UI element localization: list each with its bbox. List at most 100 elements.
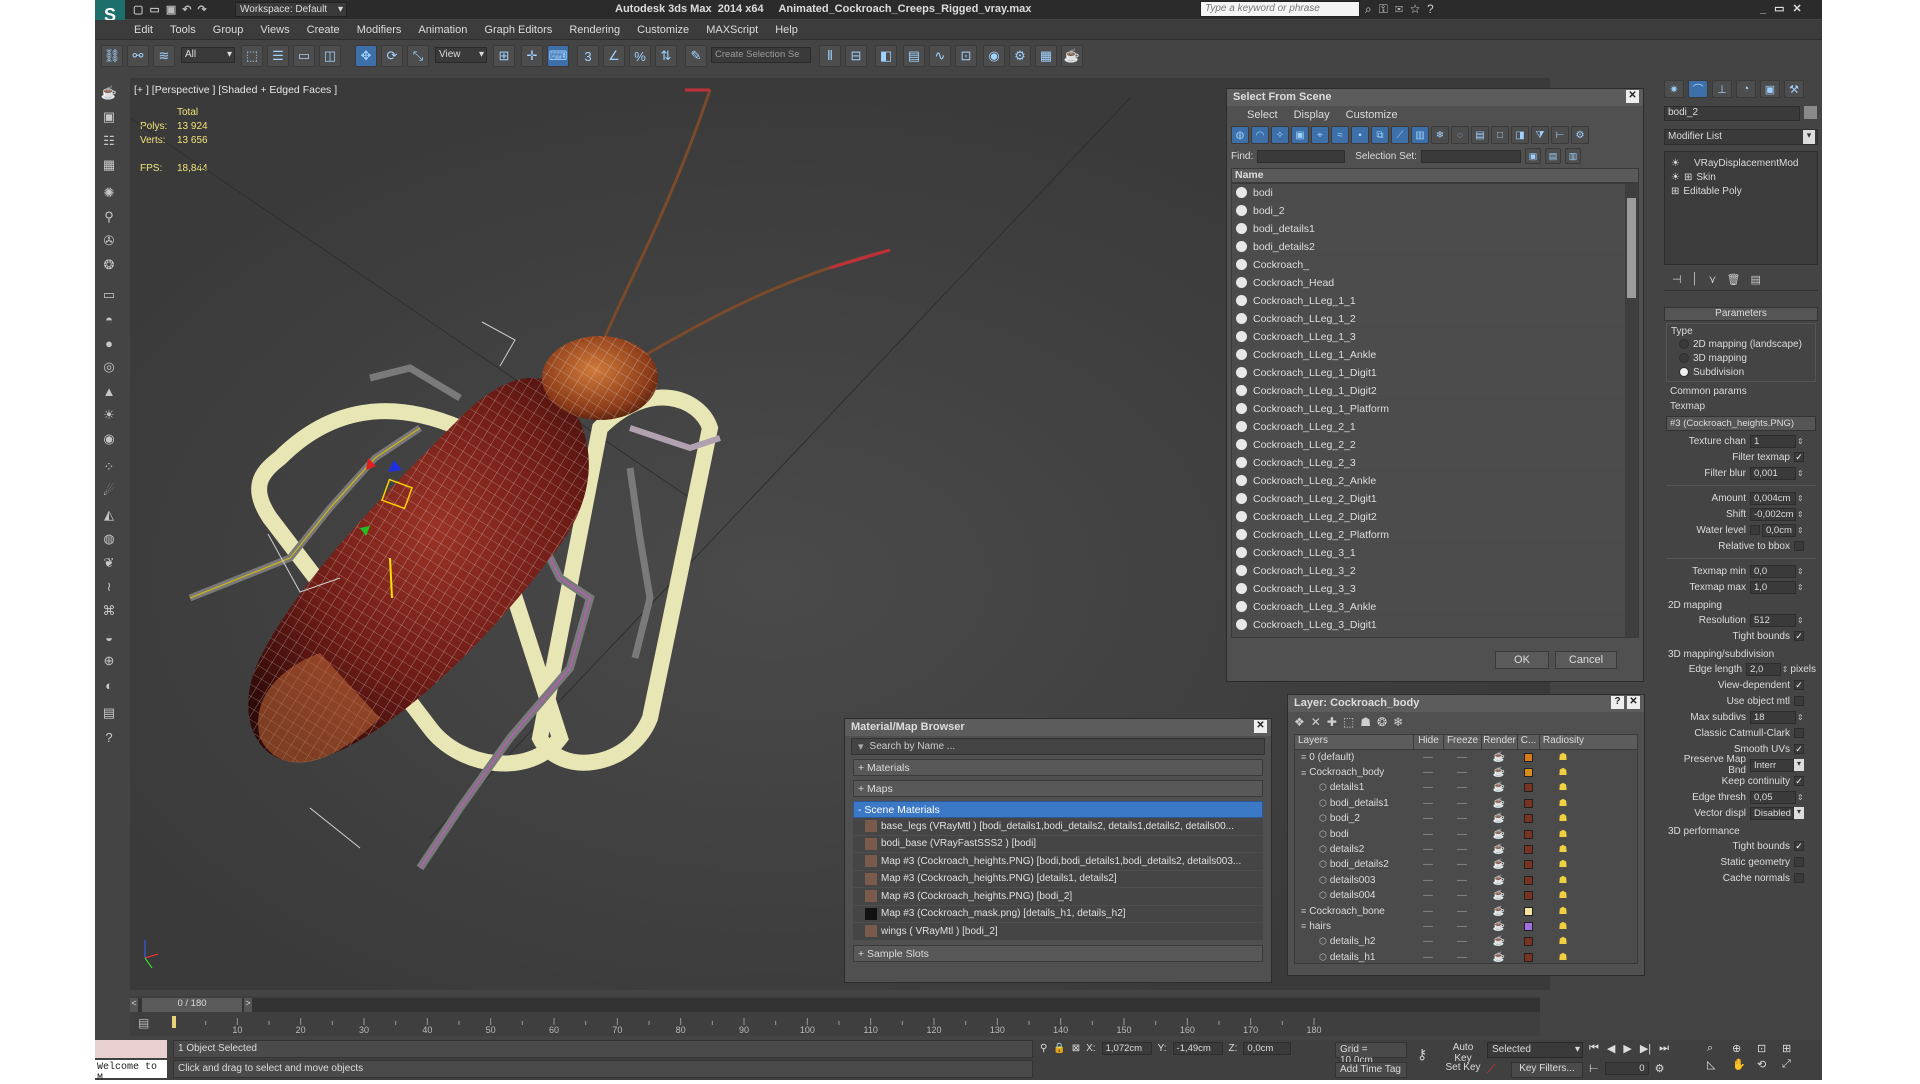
go-to-end-icon[interactable]: ⏭	[1659, 1042, 1669, 1055]
snaps-toggle-icon[interactable]: 3	[577, 45, 599, 67]
spinner-arrows-icon[interactable]: ⇕	[1796, 616, 1804, 625]
unlink-icon[interactable]: ⚯	[127, 45, 149, 67]
checkbox[interactable]: ✓	[1794, 452, 1804, 462]
scene-list-item[interactable]: Cockroach_LLeg_2_1	[1232, 418, 1624, 436]
set-key-button[interactable]: Set Key	[1443, 1062, 1483, 1078]
render-setup-icon[interactable]: ⚙	[1009, 45, 1031, 67]
radio-icon[interactable]	[1679, 339, 1689, 349]
render-toggle-icon[interactable]: ☕	[1481, 829, 1517, 840]
percent-snap-icon[interactable]: %	[629, 45, 651, 67]
render-toggle-icon[interactable]: ☕	[1481, 906, 1517, 917]
scene-list-item[interactable]: Cockroach_LLeg_1_1	[1232, 292, 1624, 310]
radiosity-toggle-icon[interactable]: ☗	[1539, 936, 1587, 947]
radiosity-toggle-icon[interactable]: ☗	[1539, 890, 1587, 901]
parameter-field[interactable]: 0,0	[1750, 564, 1796, 578]
display-shapes-icon[interactable]: ◠	[1251, 126, 1269, 144]
hierarchy-icon[interactable]: ⊢	[1551, 126, 1569, 144]
favorites-icon[interactable]: ☆	[1410, 2, 1427, 16]
radiosity-toggle-icon[interactable]: ☗	[1539, 952, 1587, 963]
scene-list-item[interactable]: Cockroach_LLeg_3_1	[1232, 544, 1624, 562]
modify-tab-icon[interactable]: ⌒	[1688, 80, 1708, 98]
antenna-right[interactable]	[639, 248, 891, 360]
display-groups-icon[interactable]: ▪	[1351, 126, 1369, 144]
communication-icon[interactable]: ✉	[1395, 2, 1410, 16]
render-toggle-icon[interactable]: ☕	[1481, 798, 1517, 809]
go-to-start-icon[interactable]: ⏮	[1589, 1042, 1599, 1055]
configure-sets-icon[interactable]: ▤	[1751, 273, 1761, 288]
hemisphere-icon[interactable]: ◓	[98, 308, 120, 330]
selection-set-icon[interactable]: ▣	[1524, 148, 1541, 164]
create-set-icon[interactable]: ▤	[1544, 148, 1561, 164]
binoculars-icon[interactable]: ⌕	[1365, 2, 1379, 16]
layer-row[interactable]: ⬡ bodi_details2— — ☕ ☗	[1295, 858, 1637, 874]
scene-material-item[interactable]: wings ( VRayMtl ) [bodi_2]	[853, 923, 1263, 941]
undo-icon[interactable]: ↶	[182, 4, 197, 16]
radiosity-toggle-icon[interactable]: ☗	[1539, 875, 1587, 886]
selection-filter-dropdown[interactable]: All ▾	[181, 47, 235, 63]
menu-group[interactable]: Group	[206, 20, 251, 36]
col-color[interactable]: C...	[1517, 735, 1539, 749]
radiosity-toggle-icon[interactable]: ☗	[1539, 752, 1587, 763]
layer-row[interactable]: ⬡ details1— — ☕ ☗	[1295, 781, 1637, 797]
freeze-toggle-icon[interactable]: —	[1443, 752, 1481, 763]
light-icon[interactable]: ✺	[98, 182, 120, 204]
layer-row[interactable]: ⬡ details_h1— — ☕ ☗	[1295, 950, 1637, 963]
scrollbar-thumb[interactable]	[1627, 198, 1636, 298]
layer-color-swatch[interactable]	[1523, 798, 1533, 808]
render-toggle-icon[interactable]: ☕	[1481, 813, 1517, 824]
display-helpers-icon[interactable]: ⌖	[1311, 126, 1329, 144]
workspace-dropdown[interactable]: Workspace: Default ▾	[235, 2, 347, 17]
freeze-toggle-icon[interactable]: —	[1443, 844, 1481, 855]
hide-toggle-icon[interactable]: —	[1413, 921, 1443, 932]
scene-material-item[interactable]: Map #3 (Cockroach_mask.png) [details_h1,…	[853, 906, 1263, 923]
open-icon[interactable]: ▭	[149, 4, 165, 16]
antenna-left[interactable]	[598, 89, 712, 349]
modifier-stack-item[interactable]: ☀ VRayDisplacementMod	[1671, 156, 1811, 170]
scene-list-item[interactable]: Cockroach_Head	[1232, 274, 1624, 292]
display-hidden-icon[interactable]: ◌	[1451, 126, 1469, 144]
layer-row[interactable]: ≡ Cockroach_bone — — ☕ ☗	[1295, 904, 1637, 920]
layer-color-swatch[interactable]	[1523, 783, 1533, 793]
parameter-field[interactable]: 0,004cm	[1750, 491, 1796, 505]
texmap-button[interactable]: #3 (Cockroach_heights.PNG)	[1666, 416, 1816, 431]
freeze-toggle-icon[interactable]: —	[1443, 767, 1481, 778]
menu-views[interactable]: Views	[253, 20, 296, 36]
angle-snap-icon[interactable]: ∠	[603, 45, 625, 67]
time-slider-track[interactable]: < 0 / 180 >	[130, 998, 1540, 1012]
spray-icon[interactable]: ☄	[98, 480, 120, 502]
link-icon[interactable]: ⛓	[101, 45, 123, 67]
col-freeze[interactable]: Freeze	[1443, 735, 1481, 749]
type-option[interactable]: 3D mapping	[1671, 351, 1811, 365]
menu-help[interactable]: Help	[768, 20, 805, 36]
sphere-gold-icon[interactable]: ◉	[98, 428, 120, 450]
maxscript-listener[interactable]: Welcome to M	[95, 1060, 167, 1084]
display-spacewarps-icon[interactable]: ≈	[1331, 126, 1349, 144]
modifier-stack-item[interactable]: ⊞ Editable Poly	[1671, 184, 1811, 198]
play-icon[interactable]: ▶	[1623, 1042, 1631, 1055]
selection-lock-icon[interactable]: ⚲	[1040, 1043, 1047, 1054]
cloth-icon[interactable]: ⌘	[98, 600, 120, 622]
modifier-list-dropdown[interactable]: Modifier List ▾	[1664, 129, 1818, 145]
box-icon[interactable]: ▭	[98, 284, 120, 306]
reference-coordinate-dropdown[interactable]: View ▾	[435, 47, 487, 63]
object-color-swatch[interactable]	[1804, 106, 1817, 119]
scene-list-item[interactable]: bodi	[1232, 184, 1624, 202]
rendered-frame-window-icon[interactable]: ▦	[1035, 45, 1057, 67]
motion-tab-icon[interactable]: ◔	[1736, 80, 1756, 98]
spinner-arrows-icon[interactable]: ⇕	[1796, 469, 1804, 478]
render-toggle-icon[interactable]: ☕	[1481, 844, 1517, 855]
display-geometry-icon[interactable]: ◍	[1231, 126, 1249, 144]
col-layers[interactable]: Layers	[1295, 735, 1413, 749]
render-toggle-icon[interactable]: ☕	[1481, 890, 1517, 901]
zoom-all-icon[interactable]: ⊕	[1732, 1042, 1754, 1055]
select-in-layer-icon[interactable]: ⬚	[1343, 715, 1354, 731]
parameter-field[interactable]: 1,0	[1750, 580, 1796, 594]
maxscript-listener-mini[interactable]	[95, 1040, 167, 1058]
radiosity-toggle-icon[interactable]: ☗	[1539, 859, 1587, 870]
plant-icon[interactable]: ❦	[98, 552, 120, 574]
freeze-toggle-icon[interactable]: —	[1443, 782, 1481, 793]
parameter-field[interactable]: 0,0cm	[1762, 523, 1796, 537]
render-toggle-icon[interactable]: ☕	[1481, 875, 1517, 886]
freeze-toggle-icon[interactable]: —	[1443, 875, 1481, 886]
display-all-icon[interactable]: ▤	[1471, 126, 1489, 144]
